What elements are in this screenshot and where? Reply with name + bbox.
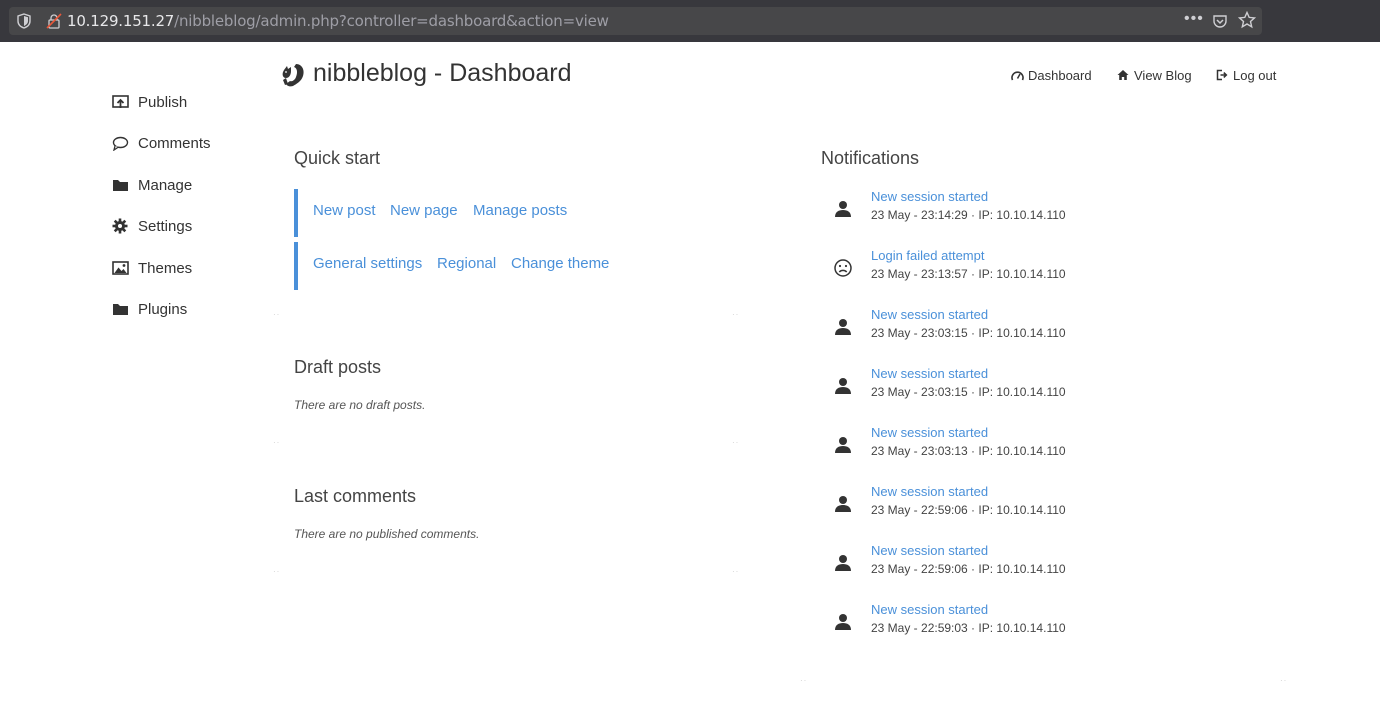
pocket-icon[interactable] bbox=[1212, 13, 1228, 29]
user-icon bbox=[835, 496, 851, 512]
folder-icon bbox=[111, 177, 129, 193]
notifications-title: Notifications bbox=[821, 148, 920, 168]
notification-title[interactable]: New session started bbox=[871, 543, 988, 558]
folder-icon bbox=[111, 301, 129, 317]
sidebar-item-manage[interactable]: Manage bbox=[111, 173, 192, 197]
gear-icon bbox=[111, 218, 129, 234]
divider: ·· bbox=[273, 438, 281, 447]
home-icon bbox=[1117, 69, 1130, 82]
notification-meta: 23 May - 23:03:13 · IP: 10.10.14.110 bbox=[871, 444, 1066, 458]
sidebar-item-comments[interactable]: Comments bbox=[111, 131, 211, 155]
nav-label: View Blog bbox=[1134, 67, 1192, 83]
notification-meta: 23 May - 23:03:15 · IP: 10.10.14.110 bbox=[871, 385, 1066, 399]
page-title: nibbleblog - Dashboard bbox=[313, 59, 572, 87]
sidebar-item-label: Comments bbox=[138, 134, 211, 152]
frown-icon bbox=[834, 259, 852, 277]
sidebar-item-label: Plugins bbox=[138, 300, 188, 318]
divider: ·· bbox=[732, 438, 740, 447]
nav-logout-link[interactable]: Log out bbox=[1216, 66, 1276, 84]
user-icon bbox=[835, 378, 851, 394]
sidebar-item-themes[interactable]: Themes bbox=[111, 256, 192, 280]
last-comments-title: Last comments bbox=[294, 486, 417, 506]
nav-label: Log out bbox=[1233, 67, 1277, 83]
notification-title[interactable]: New session started bbox=[871, 307, 988, 322]
notification-meta: 23 May - 22:59:03 · IP: 10.10.14.110 bbox=[871, 621, 1066, 635]
divider: ·· bbox=[800, 676, 808, 685]
image-icon bbox=[111, 260, 129, 276]
tracking-shield-icon[interactable] bbox=[17, 13, 31, 29]
quick-start-title: Quick start bbox=[294, 148, 381, 168]
bookmark-star-icon[interactable] bbox=[1238, 11, 1256, 29]
notification-title[interactable]: New session started bbox=[871, 484, 988, 499]
manage-posts-link[interactable]: Manage posts bbox=[473, 202, 567, 219]
insecure-lock-icon[interactable] bbox=[46, 13, 62, 29]
divider: ·· bbox=[273, 310, 281, 319]
sidebar-item-label: Publish bbox=[138, 93, 188, 111]
browser-toolbar: 10.129.151.27/nibbleblog/admin.php?contr… bbox=[0, 0, 1380, 42]
url-text[interactable]: 10.129.151.27/nibbleblog/admin.php?contr… bbox=[67, 12, 609, 30]
regional-link[interactable]: Regional bbox=[437, 255, 496, 272]
page-actions-menu-icon[interactable]: ••• bbox=[1184, 10, 1204, 28]
divider: ·· bbox=[1280, 676, 1288, 685]
notification-title[interactable]: New session started bbox=[871, 425, 988, 440]
new-page-link[interactable]: New page bbox=[390, 202, 458, 219]
change-theme-link[interactable]: Change theme bbox=[511, 255, 609, 272]
sidebar-item-plugins[interactable]: Plugins bbox=[111, 297, 187, 321]
new-post-link[interactable]: New post bbox=[313, 202, 376, 219]
quick-start-row-content: New post New page Manage posts bbox=[294, 189, 734, 237]
dashboard-icon bbox=[1011, 69, 1024, 82]
sidebar-item-publish[interactable]: Publish bbox=[111, 90, 187, 114]
notification-title[interactable]: New session started bbox=[871, 366, 988, 381]
last-comments-empty-message: There are no published comments. bbox=[294, 527, 480, 541]
notification-item: Login failed attempt 23 May - 23:13:57 ·… bbox=[830, 248, 1230, 290]
notification-meta: 23 May - 22:59:06 · IP: 10.10.14.110 bbox=[871, 562, 1066, 576]
notification-meta: 23 May - 22:59:06 · IP: 10.10.14.110 bbox=[871, 503, 1066, 517]
notification-item: New session started 23 May - 23:03:15 · … bbox=[830, 307, 1230, 349]
user-icon bbox=[835, 319, 851, 335]
logout-icon bbox=[1216, 69, 1229, 82]
nav-view-blog-link[interactable]: View Blog bbox=[1117, 66, 1192, 84]
notification-title[interactable]: Login failed attempt bbox=[871, 248, 984, 263]
sidebar-item-label: Manage bbox=[138, 176, 193, 194]
notification-meta: 23 May - 23:14:29 · IP: 10.10.14.110 bbox=[871, 208, 1066, 222]
draft-posts-title: Draft posts bbox=[294, 357, 382, 377]
nav-dashboard-link[interactable]: Dashboard bbox=[1011, 66, 1092, 84]
publish-icon bbox=[111, 94, 129, 110]
divider: ·· bbox=[732, 310, 740, 319]
comment-icon bbox=[111, 135, 129, 151]
nav-label: Dashboard bbox=[1028, 67, 1092, 83]
divider: ·· bbox=[732, 567, 740, 576]
notification-item: New session started 23 May - 23:14:29 · … bbox=[830, 189, 1230, 231]
draft-posts-empty-message: There are no draft posts. bbox=[294, 398, 426, 412]
divider: ·· bbox=[273, 567, 281, 576]
notification-item: New session started 23 May - 22:59:03 · … bbox=[830, 602, 1230, 644]
user-icon bbox=[835, 437, 851, 453]
user-icon bbox=[835, 555, 851, 571]
notification-title[interactable]: New session started bbox=[871, 189, 988, 204]
url-host: 10.129.151.27 bbox=[67, 12, 175, 30]
quick-start-row-settings: General settings Regional Change theme bbox=[294, 242, 734, 290]
nibbleblog-logo-icon bbox=[282, 64, 304, 87]
notification-item: New session started 23 May - 22:59:06 · … bbox=[830, 543, 1230, 585]
notification-title[interactable]: New session started bbox=[871, 602, 988, 617]
sidebar-item-settings[interactable]: Settings bbox=[111, 214, 192, 238]
notification-item: New session started 23 May - 22:59:06 · … bbox=[830, 484, 1230, 526]
notification-item: New session started 23 May - 23:03:15 · … bbox=[830, 366, 1230, 408]
user-icon bbox=[835, 614, 851, 630]
user-icon bbox=[835, 201, 851, 217]
notification-item: New session started 23 May - 23:03:13 · … bbox=[830, 425, 1230, 467]
notification-meta: 23 May - 23:13:57 · IP: 10.10.14.110 bbox=[871, 267, 1066, 281]
notification-meta: 23 May - 23:03:15 · IP: 10.10.14.110 bbox=[871, 326, 1066, 340]
general-settings-link[interactable]: General settings bbox=[313, 255, 422, 272]
url-path: /nibbleblog/admin.php?controller=dashboa… bbox=[174, 12, 609, 30]
sidebar-item-label: Themes bbox=[138, 259, 193, 277]
address-bar[interactable]: 10.129.151.27/nibbleblog/admin.php?contr… bbox=[9, 7, 1262, 35]
sidebar-item-label: Settings bbox=[138, 217, 193, 235]
